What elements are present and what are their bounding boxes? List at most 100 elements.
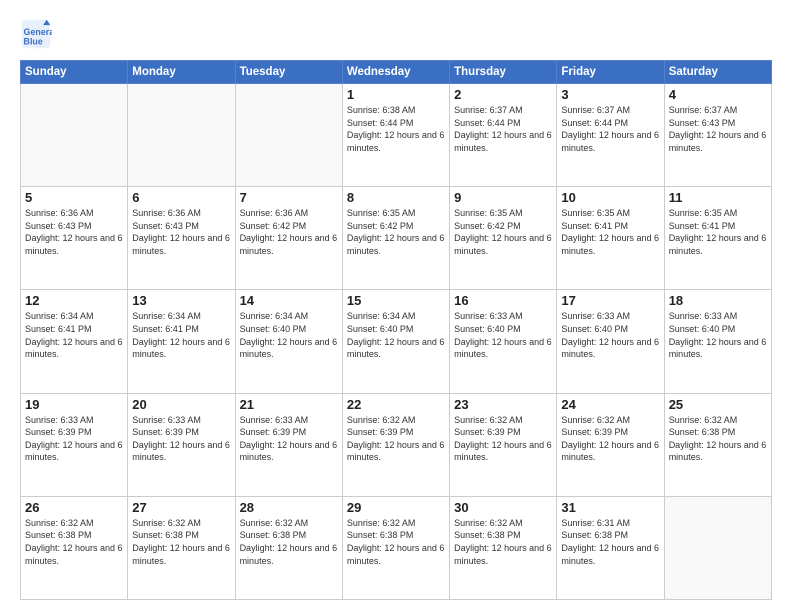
calendar-cell: 30 Sunrise: 6:32 AMSunset: 6:38 PMDayligh…	[450, 496, 557, 599]
calendar-cell: 26Sunrise: 6:32 AMSunset: 6:38 PMDayligh…	[21, 496, 128, 599]
calendar-cell: 24Sunrise: 6:32 AMSunset: 6:39 PMDayligh…	[557, 393, 664, 496]
calendar-cell: 5 Sunrise: 6:36 AMSunset: 6:43 PMDaylight…	[21, 187, 128, 290]
day-info: Sunrise: 6:32 AMSunset: 6:38 PMDaylight:…	[454, 517, 552, 567]
calendar-cell	[21, 84, 128, 187]
calendar-cell: 17Sunrise: 6:33 AMSunset: 6:40 PMDayligh…	[557, 290, 664, 393]
day-number: 19	[25, 397, 123, 412]
day-number: 22	[347, 397, 445, 412]
day-info: Sunrise: 6:31 AMSunset: 6:38 PMDaylight:…	[561, 517, 659, 567]
day-info: Sunrise: 6:32 AMSunset: 6:38 PMDaylight:…	[347, 517, 445, 567]
calendar-cell: 14 Sunrise: 6:34 AMSunset: 6:40 PMDayligh…	[235, 290, 342, 393]
calendar-cell: 16 Sunrise: 6:33 AMSunset: 6:40 PMDayligh…	[450, 290, 557, 393]
day-info: Sunrise: 6:33 AMSunset: 6:39 PMDaylight:…	[132, 414, 230, 464]
page: General Blue SundayMondayTuesdayWednesda…	[0, 0, 792, 612]
calendar-cell	[235, 84, 342, 187]
day-number: 13	[132, 293, 230, 308]
calendar-week-row: 26Sunrise: 6:32 AMSunset: 6:38 PMDayligh…	[21, 496, 772, 599]
day-info: Sunrise: 6:33 AMSunset: 6:39 PMDaylight:…	[240, 414, 338, 464]
svg-text:Blue: Blue	[24, 37, 43, 47]
weekday-header: Saturday	[664, 61, 771, 84]
calendar-header-row: SundayMondayTuesdayWednesdayThursdayFrid…	[21, 61, 772, 84]
calendar-cell: 9 Sunrise: 6:35 AMSunset: 6:42 PMDaylight…	[450, 187, 557, 290]
day-number: 4	[669, 87, 767, 102]
calendar-cell: 13 Sunrise: 6:34 AMSunset: 6:41 PMDayligh…	[128, 290, 235, 393]
day-info: Sunrise: 6:32 AMSunset: 6:38 PMDaylight:…	[132, 517, 230, 567]
calendar-cell: 27Sunrise: 6:32 AMSunset: 6:38 PMDayligh…	[128, 496, 235, 599]
calendar-cell: 8Sunrise: 6:35 AMSunset: 6:42 PMDaylight…	[342, 187, 449, 290]
calendar-cell: 25 Sunrise: 6:32 AMSunset: 6:38 PMDayligh…	[664, 393, 771, 496]
day-info: Sunrise: 6:34 AMSunset: 6:41 PMDaylight:…	[132, 310, 230, 360]
calendar-cell: 20 Sunrise: 6:33 AMSunset: 6:39 PMDayligh…	[128, 393, 235, 496]
day-info: Sunrise: 6:32 AMSunset: 6:38 PMDaylight:…	[669, 414, 767, 464]
day-info: Sunrise: 6:38 AMSunset: 6:44 PMDaylight:…	[347, 104, 445, 154]
day-number: 21	[240, 397, 338, 412]
calendar-cell: 4 Sunrise: 6:37 AMSunset: 6:43 PMDaylight…	[664, 84, 771, 187]
calendar-cell: 31 Sunrise: 6:31 AMSunset: 6:38 PMDayligh…	[557, 496, 664, 599]
calendar-cell: 15 Sunrise: 6:34 AMSunset: 6:40 PMDayligh…	[342, 290, 449, 393]
day-number: 30	[454, 500, 552, 515]
day-info: Sunrise: 6:36 AMSunset: 6:42 PMDaylight:…	[240, 207, 338, 257]
day-number: 2	[454, 87, 552, 102]
day-info: Sunrise: 6:32 AMSunset: 6:38 PMDaylight:…	[240, 517, 338, 567]
day-info: Sunrise: 6:37 AMSunset: 6:44 PMDaylight:…	[454, 104, 552, 154]
weekday-header: Thursday	[450, 61, 557, 84]
day-number: 9	[454, 190, 552, 205]
day-info: Sunrise: 6:32 AMSunset: 6:39 PMDaylight:…	[454, 414, 552, 464]
day-info: Sunrise: 6:34 AMSunset: 6:40 PMDaylight:…	[347, 310, 445, 360]
day-info: Sunrise: 6:36 AMSunset: 6:43 PMDaylight:…	[132, 207, 230, 257]
weekday-header: Wednesday	[342, 61, 449, 84]
calendar-cell: 2 Sunrise: 6:37 AMSunset: 6:44 PMDaylight…	[450, 84, 557, 187]
day-info: Sunrise: 6:33 AMSunset: 6:40 PMDaylight:…	[669, 310, 767, 360]
calendar-week-row: 12 Sunrise: 6:34 AMSunset: 6:41 PMDayligh…	[21, 290, 772, 393]
day-info: Sunrise: 6:36 AMSunset: 6:43 PMDaylight:…	[25, 207, 123, 257]
day-info: Sunrise: 6:35 AMSunset: 6:41 PMDaylight:…	[669, 207, 767, 257]
day-number: 31	[561, 500, 659, 515]
day-info: Sunrise: 6:33 AMSunset: 6:39 PMDaylight:…	[25, 414, 123, 464]
day-number: 14	[240, 293, 338, 308]
weekday-header: Sunday	[21, 61, 128, 84]
day-number: 20	[132, 397, 230, 412]
day-number: 28	[240, 500, 338, 515]
calendar-cell: 10Sunrise: 6:35 AMSunset: 6:41 PMDayligh…	[557, 187, 664, 290]
weekday-header: Monday	[128, 61, 235, 84]
day-info: Sunrise: 6:34 AMSunset: 6:41 PMDaylight:…	[25, 310, 123, 360]
day-number: 10	[561, 190, 659, 205]
day-number: 18	[669, 293, 767, 308]
calendar-cell: 11 Sunrise: 6:35 AMSunset: 6:41 PMDayligh…	[664, 187, 771, 290]
day-number: 6	[132, 190, 230, 205]
day-number: 11	[669, 190, 767, 205]
calendar-week-row: 1 Sunrise: 6:38 AMSunset: 6:44 PMDaylight…	[21, 84, 772, 187]
calendar-cell: 23 Sunrise: 6:32 AMSunset: 6:39 PMDayligh…	[450, 393, 557, 496]
calendar-table: SundayMondayTuesdayWednesdayThursdayFrid…	[20, 60, 772, 600]
day-info: Sunrise: 6:37 AMSunset: 6:43 PMDaylight:…	[669, 104, 767, 154]
day-info: Sunrise: 6:37 AMSunset: 6:44 PMDaylight:…	[561, 104, 659, 154]
day-info: Sunrise: 6:35 AMSunset: 6:42 PMDaylight:…	[454, 207, 552, 257]
day-info: Sunrise: 6:32 AMSunset: 6:38 PMDaylight:…	[25, 517, 123, 567]
calendar-cell: 12 Sunrise: 6:34 AMSunset: 6:41 PMDayligh…	[21, 290, 128, 393]
day-number: 1	[347, 87, 445, 102]
day-number: 23	[454, 397, 552, 412]
day-number: 8	[347, 190, 445, 205]
day-number: 16	[454, 293, 552, 308]
logo: General Blue	[20, 18, 56, 50]
day-number: 12	[25, 293, 123, 308]
calendar-cell: 7 Sunrise: 6:36 AMSunset: 6:42 PMDaylight…	[235, 187, 342, 290]
calendar-cell: 28 Sunrise: 6:32 AMSunset: 6:38 PMDayligh…	[235, 496, 342, 599]
calendar-cell: 19 Sunrise: 6:33 AMSunset: 6:39 PMDayligh…	[21, 393, 128, 496]
day-number: 25	[669, 397, 767, 412]
calendar-cell: 22Sunrise: 6:32 AMSunset: 6:39 PMDayligh…	[342, 393, 449, 496]
weekday-header: Friday	[557, 61, 664, 84]
calendar-cell: 18 Sunrise: 6:33 AMSunset: 6:40 PMDayligh…	[664, 290, 771, 393]
day-info: Sunrise: 6:34 AMSunset: 6:40 PMDaylight:…	[240, 310, 338, 360]
day-number: 3	[561, 87, 659, 102]
day-info: Sunrise: 6:33 AMSunset: 6:40 PMDaylight:…	[454, 310, 552, 360]
calendar-week-row: 19 Sunrise: 6:33 AMSunset: 6:39 PMDayligh…	[21, 393, 772, 496]
day-number: 7	[240, 190, 338, 205]
calendar-cell: 29Sunrise: 6:32 AMSunset: 6:38 PMDayligh…	[342, 496, 449, 599]
calendar-cell	[664, 496, 771, 599]
day-number: 15	[347, 293, 445, 308]
svg-text:General: General	[24, 27, 52, 37]
calendar-cell: 3 Sunrise: 6:37 AMSunset: 6:44 PMDaylight…	[557, 84, 664, 187]
day-number: 17	[561, 293, 659, 308]
day-number: 5	[25, 190, 123, 205]
